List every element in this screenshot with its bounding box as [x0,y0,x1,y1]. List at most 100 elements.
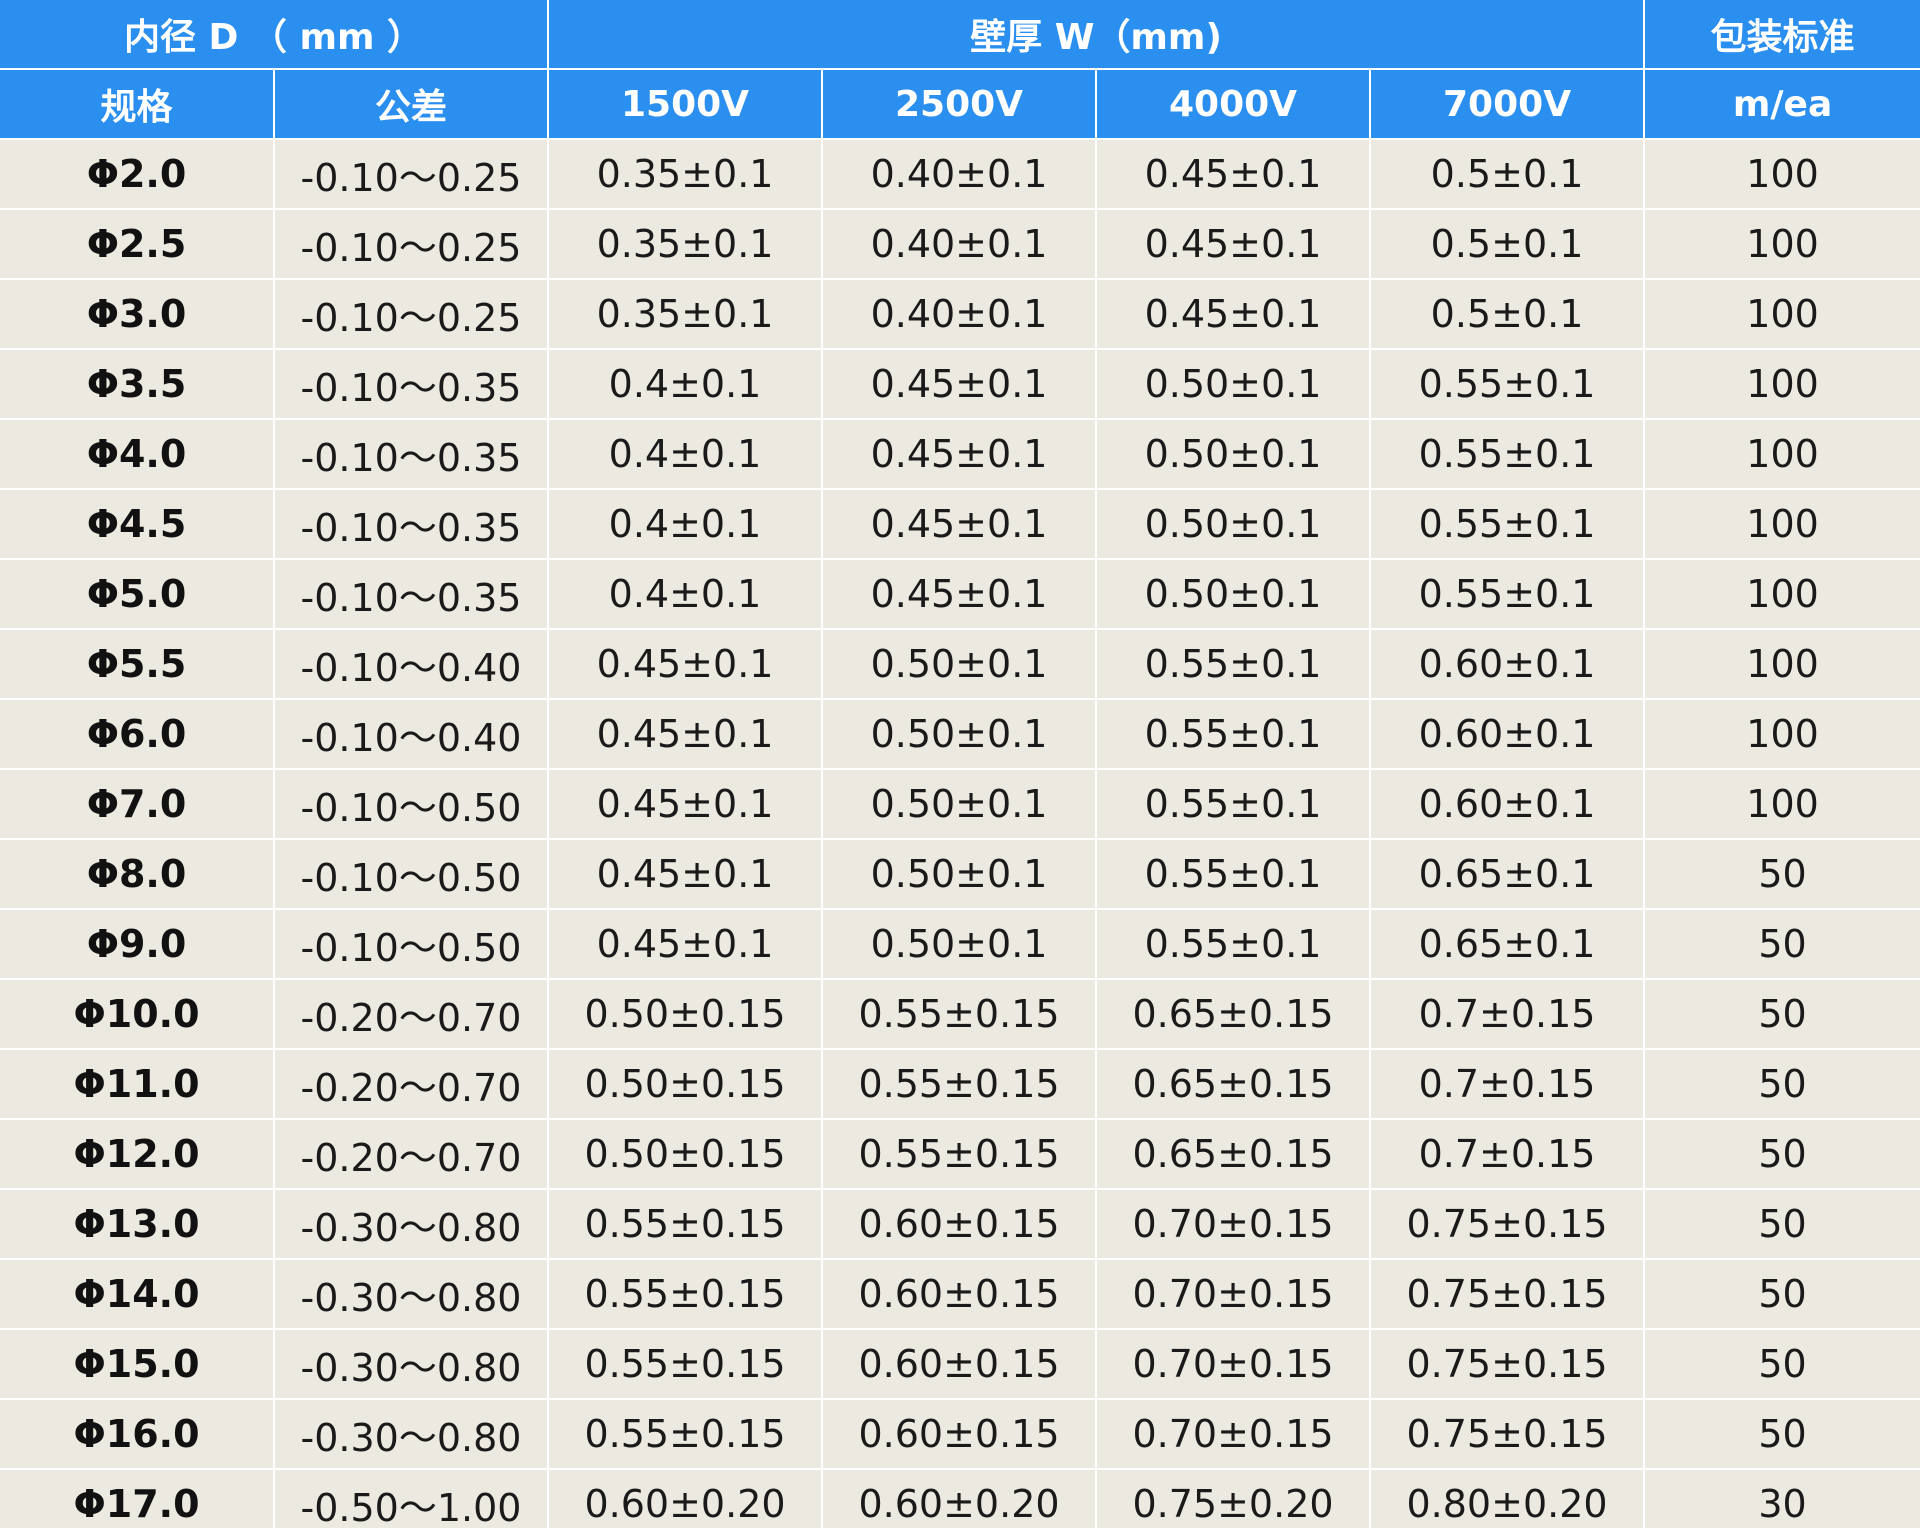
table-row: Φ13.0 -0.30～0.80 0.55±0.15 0.60±0.15 0.70±0.… [0,1189,1920,1260]
table-row: Φ14.0 -0.30～0.80 0.55±0.15 0.60±0.15 0.70±0.… [0,1259,1920,1330]
table-row: Φ2.0 -0.10～0.25 0.35±0.1 0.40±0.1 0.45±0.1 0.… [0,139,1920,210]
wall-1500-cell: 0.55±0.15 [548,1329,824,1400]
table-row: Φ15.0 -0.30～0.80 0.55±0.15 0.60±0.15 0.70±0.… [0,1329,1920,1400]
wall-1500-cell: 0.35±0.1 [548,139,824,210]
wall-1500-cell: 0.4±0.1 [548,349,824,420]
wall-1500-cell: 0.55±0.15 [548,1189,824,1260]
wall-7000-cell: 0.55±0.1 [1370,489,1646,560]
wall-1500-cell: 0.55±0.15 [548,1399,824,1470]
table-row: Φ6.0 -0.10～0.40 0.45±0.1 0.50±0.1 0.55±0.1 0.… [0,699,1920,770]
tolerance-cell: -0.50～1.00 [274,1469,550,1528]
tolerance-header: 公差 [274,69,550,140]
tolerance-cell: -0.20～0.70 [274,979,550,1050]
packaging-cell: 50 [1644,909,1920,980]
packaging-cell: 100 [1644,769,1920,840]
table-row: Φ12.0 -0.20～0.70 0.50±0.15 0.55±0.15 0.65±0.… [0,1119,1920,1190]
wall-1500-cell: 0.45±0.1 [548,839,824,910]
wall-2500-cell: 0.40±0.1 [822,139,1098,210]
wall-2500-cell: 0.60±0.15 [822,1259,1098,1330]
size-cell: Φ8.0 [0,839,275,910]
tolerance-cell: -0.10～0.25 [274,209,550,280]
tolerance-cell: -0.10～0.50 [274,769,550,840]
packaging-cell: 100 [1644,629,1920,700]
wall-2500-cell: 0.55±0.15 [822,1049,1098,1120]
size-cell: Φ4.0 [0,419,275,490]
header-row-group: 内径 D （ mm ） 壁厚 W（mm) 包装标准 [0,0,1920,70]
packaging-cell: 100 [1644,349,1920,420]
packaging-cell: 30 [1644,1469,1920,1528]
packaging-cell: 50 [1644,979,1920,1050]
packaging-cell: 100 [1644,699,1920,770]
wall-1500-cell: 0.4±0.1 [548,489,824,560]
tolerance-cell: -0.10～0.25 [274,279,550,350]
wall-4000-cell: 0.65±0.15 [1096,979,1372,1050]
wall-7000-cell: 0.55±0.1 [1370,349,1646,420]
tolerance-cell: -0.30～0.80 [274,1399,550,1470]
table-row: Φ16.0 -0.30～0.80 0.55±0.15 0.60±0.15 0.70±0.… [0,1399,1920,1470]
wall-2500-cell: 0.40±0.1 [822,279,1098,350]
wall-4000-cell: 0.70±0.15 [1096,1189,1372,1260]
wall-2500-cell: 0.50±0.1 [822,909,1098,980]
wall-7000-cell: 0.55±0.1 [1370,419,1646,490]
unit-header: m/ea [1644,69,1920,140]
wall-4000-cell: 0.65±0.15 [1096,1119,1372,1190]
tolerance-cell: -0.10～0.50 [274,909,550,980]
packaging-cell: 100 [1644,489,1920,560]
size-cell: Φ10.0 [0,979,275,1050]
wall-2500-cell: 0.45±0.1 [822,559,1098,630]
tolerance-cell: -0.10～0.35 [274,559,550,630]
packaging-cell: 100 [1644,419,1920,490]
tolerance-cell: -0.10～0.35 [274,419,550,490]
wall-1500-cell: 0.45±0.1 [548,909,824,980]
wall-7000-cell: 0.60±0.1 [1370,629,1646,700]
wall-4000-cell: 0.55±0.1 [1096,769,1372,840]
tolerance-cell: -0.10～0.40 [274,699,550,770]
size-cell: Φ3.0 [0,279,275,350]
table-row: Φ4.5 -0.10～0.35 0.4±0.1 0.45±0.1 0.50±0.1 0.5… [0,489,1920,560]
wall-1500-cell: 0.50±0.15 [548,1049,824,1120]
tolerance-cell: -0.10～0.50 [274,839,550,910]
wall-7000-cell: 0.65±0.1 [1370,839,1646,910]
wall-1500-cell: 0.4±0.1 [548,419,824,490]
packaging-cell: 50 [1644,1119,1920,1190]
wall-1500-cell: 0.35±0.1 [548,279,824,350]
wall-7000-cell: 0.75±0.15 [1370,1399,1646,1470]
wall-2500-cell: 0.50±0.1 [822,769,1098,840]
wall-2500-cell: 0.40±0.1 [822,209,1098,280]
size-cell: Φ9.0 [0,909,275,980]
wall-2500-cell: 0.60±0.15 [822,1189,1098,1260]
table-row: Φ3.5 -0.10～0.35 0.4±0.1 0.45±0.1 0.50±0.1 0.5… [0,349,1920,420]
size-cell: Φ17.0 [0,1469,275,1528]
wall-7000-cell: 0.5±0.1 [1370,279,1646,350]
packaging-cell: 50 [1644,1399,1920,1470]
packaging-cell: 100 [1644,139,1920,210]
size-cell: Φ14.0 [0,1259,275,1330]
size-cell: Φ5.5 [0,629,275,700]
packaging-cell: 50 [1644,1049,1920,1120]
wall-7000-cell: 0.5±0.1 [1370,209,1646,280]
spec-table: 内径 D （ mm ） 壁厚 W（mm) 包装标准 规格 公差 1500V 25… [0,0,1920,1528]
table-row: Φ2.5 -0.10～0.25 0.35±0.1 0.40±0.1 0.45±0.1 0.… [0,209,1920,280]
table-body: Φ2.0 -0.10～0.25 0.35±0.1 0.40±0.1 0.45±0.1 0.… [0,139,1920,1528]
size-cell: Φ13.0 [0,1189,275,1260]
wall-4000-cell: 0.50±0.1 [1096,559,1372,630]
size-cell: Φ15.0 [0,1329,275,1400]
wall-2500-cell: 0.50±0.1 [822,699,1098,770]
table-row: Φ11.0 -0.20～0.70 0.50±0.15 0.55±0.15 0.65±0.… [0,1049,1920,1120]
voltage-2500-header: 2500V [822,69,1098,140]
wall-7000-cell: 0.7±0.15 [1370,979,1646,1050]
wall-2500-cell: 0.60±0.20 [822,1469,1098,1528]
table-row: Φ7.0 -0.10～0.50 0.45±0.1 0.50±0.1 0.55±0.1 0.… [0,769,1920,840]
wall-2500-cell: 0.50±0.1 [822,629,1098,700]
wall-7000-cell: 0.75±0.15 [1370,1259,1646,1330]
table-header: 内径 D （ mm ） 壁厚 W（mm) 包装标准 规格 公差 1500V 25… [0,0,1920,140]
wall-7000-cell: 0.7±0.15 [1370,1119,1646,1190]
wall-7000-cell: 0.55±0.1 [1370,559,1646,630]
size-cell: Φ16.0 [0,1399,275,1470]
size-cell: Φ12.0 [0,1119,275,1190]
size-cell: Φ3.5 [0,349,275,420]
wall-2500-cell: 0.45±0.1 [822,489,1098,560]
wall-7000-cell: 0.65±0.1 [1370,909,1646,980]
wall-7000-cell: 0.80±0.20 [1370,1469,1646,1528]
wall-4000-cell: 0.50±0.1 [1096,419,1372,490]
